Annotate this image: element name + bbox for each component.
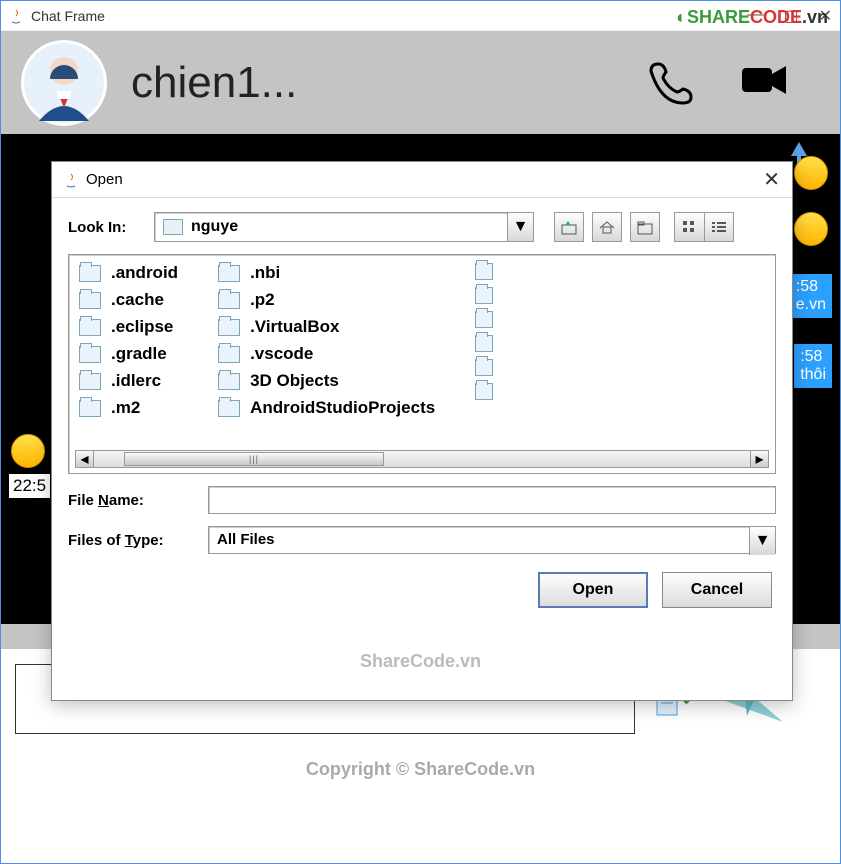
home-button[interactable] [592,212,622,242]
lookin-select[interactable]: nguye ▼ [154,212,534,242]
folder-icon [79,319,101,336]
file-name: .vscode [250,344,313,364]
folder-icon [79,265,101,282]
folder-icon [218,373,240,390]
folder-icon [79,400,101,417]
dropdown-button[interactable]: ▼ [749,527,775,555]
dialog-titlebar: Open ✕ [52,162,792,198]
file-name: .android [111,263,178,283]
folder-icon [218,346,240,363]
new-folder-button[interactable] [630,212,660,242]
file-item[interactable]: .nbi [218,263,435,283]
file-item[interactable]: .gradle [79,344,178,364]
java-icon [64,171,78,189]
avatar [21,40,107,126]
filetype-select[interactable]: All Files ▼ [208,526,776,554]
sharecode-watermark: ◐SHARECODE.vn [676,7,828,28]
file-item[interactable]: .vscode [218,344,435,364]
file-name: .gradle [111,344,167,364]
folder-icon [475,359,493,376]
file-item[interactable]: .p2 [218,290,435,310]
file-name: .VirtualBox [250,317,339,337]
file-name: .m2 [111,398,140,418]
file-name: .nbi [250,263,280,283]
app-window: Chat Frame — ▢ ✕ ◐SHARECODE.vn chien1...… [0,0,841,864]
file-list[interactable]: .android.cache.eclipse.gradle.idlerc.m2 … [68,254,776,474]
file-item[interactable] [475,311,493,328]
filename-label: File Name: [68,492,198,509]
emoji-heart-eyes [11,434,45,468]
file-item[interactable]: .idlerc [79,371,178,391]
scroll-thumb[interactable]: ||| [124,452,384,466]
file-item[interactable]: .android [79,263,178,283]
folder-icon [475,311,493,328]
file-item[interactable] [475,383,493,400]
cancel-button[interactable]: Cancel [662,572,772,608]
video-button[interactable] [738,54,790,111]
file-item[interactable]: .cache [79,290,178,310]
folder-icon [79,346,101,363]
timestamp: 22:5 [9,474,50,498]
folder-icon [475,287,493,304]
chat-bubble-1: :58e.vn [790,274,832,318]
chat-header: chien1... [1,31,840,134]
details-view-button[interactable] [704,212,734,242]
file-item[interactable]: .m2 [79,398,178,418]
open-dialog: Open ✕ Look In: nguye ▼ [51,161,793,701]
up-folder-button[interactable] [554,212,584,242]
window-title: Chat Frame [31,8,105,24]
dropdown-button[interactable]: ▼ [507,213,533,241]
open-button[interactable]: Open [538,572,648,608]
folder-icon [79,373,101,390]
file-item[interactable]: AndroidStudioProjects [218,398,435,418]
file-name: .idlerc [111,371,161,391]
folder-icon [218,265,240,282]
list-view-button[interactable] [674,212,704,242]
file-name: 3D Objects [250,371,339,391]
folder-icon [218,319,240,336]
call-button[interactable] [646,54,698,111]
file-item[interactable]: .VirtualBox [218,317,435,337]
file-item[interactable]: .eclipse [79,317,178,337]
file-item[interactable] [475,263,493,280]
folder-icon [475,335,493,352]
folder-icon [475,263,493,280]
file-name: .p2 [250,290,275,310]
scroll-left-button[interactable]: ◂ [76,451,94,467]
file-item[interactable]: 3D Objects [218,371,435,391]
dialog-title: Open [86,171,123,188]
file-name: AndroidStudioProjects [250,398,435,418]
scroll-right-button[interactable]: ▸ [750,451,768,467]
emoji-laugh-1 [794,156,828,190]
folder-icon [79,292,101,309]
folder-icon [218,292,240,309]
watermark-center: ShareCode.vn [360,651,481,672]
file-name: .cache [111,290,164,310]
file-name: .eclipse [111,317,173,337]
filetype-label: Files of Type: [68,532,198,549]
lookin-label: Look In: [68,219,144,236]
emoji-laugh-2 [794,212,828,246]
chat-bubble-2: :58thôi [794,344,832,388]
filename-input[interactable] [208,486,776,514]
folder-icon [163,219,183,235]
horizontal-scrollbar[interactable]: ◂ ||| ▸ [75,450,769,468]
java-icon [9,7,23,25]
copyright: Copyright © ShareCode.vn [1,749,840,789]
contact-name: chien1... [131,58,622,108]
file-item[interactable] [475,359,493,376]
file-item[interactable] [475,335,493,352]
file-item[interactable] [475,287,493,304]
dialog-close-button[interactable]: ✕ [763,167,780,192]
folder-icon [218,400,240,417]
folder-icon [475,383,493,400]
